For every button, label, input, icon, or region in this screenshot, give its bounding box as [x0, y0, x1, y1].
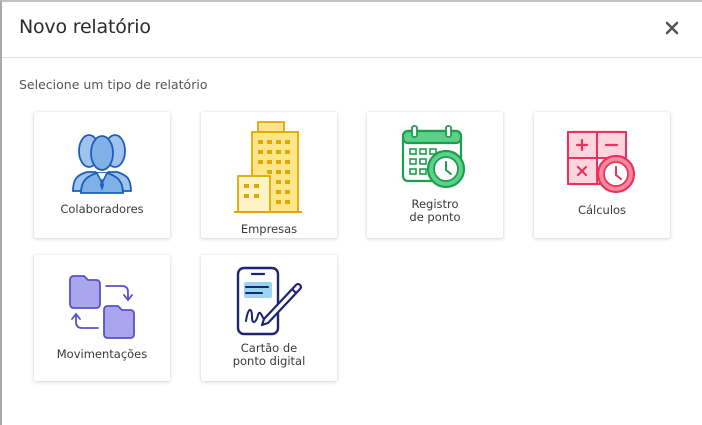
dialog-subtitle: Selecione um tipo de relatório — [19, 77, 208, 92]
report-type-empresas[interactable]: Empresas — [201, 112, 337, 238]
calculator-clock-icon — [566, 130, 636, 194]
report-type-registro-de-ponto[interactable]: Registro de ponto — [367, 112, 503, 238]
report-type-label: Cálculos — [577, 203, 627, 217]
dialog-title: Novo relatório — [19, 16, 151, 38]
report-type-cartao-de-ponto-digital[interactable]: Cartão de ponto digital — [201, 255, 337, 381]
calendar-clock-icon — [401, 125, 466, 189]
report-type-label: Registro de ponto — [409, 197, 461, 224]
report-type-calculos[interactable]: Cálculos — [534, 112, 670, 238]
building-icon — [234, 121, 302, 213]
report-type-colaboradores[interactable]: Colaboradores — [34, 112, 170, 238]
report-type-label: Movimentações — [56, 347, 148, 361]
report-type-label: Colaboradores — [60, 202, 144, 216]
report-type-label: Empresas — [240, 222, 298, 236]
report-type-label: Cartão de ponto digital — [232, 341, 306, 368]
dialog-header: Novo relatório — [2, 2, 702, 58]
close-button[interactable] — [660, 16, 684, 40]
people-icon — [72, 134, 132, 194]
folders-transfer-icon — [69, 275, 135, 339]
new-report-dialog: Novo relatório Selecione um tipo de rela… — [0, 0, 702, 425]
close-icon — [665, 21, 679, 35]
report-type-movimentacoes[interactable]: Movimentações — [34, 255, 170, 381]
mobile-signature-icon — [236, 266, 303, 336]
